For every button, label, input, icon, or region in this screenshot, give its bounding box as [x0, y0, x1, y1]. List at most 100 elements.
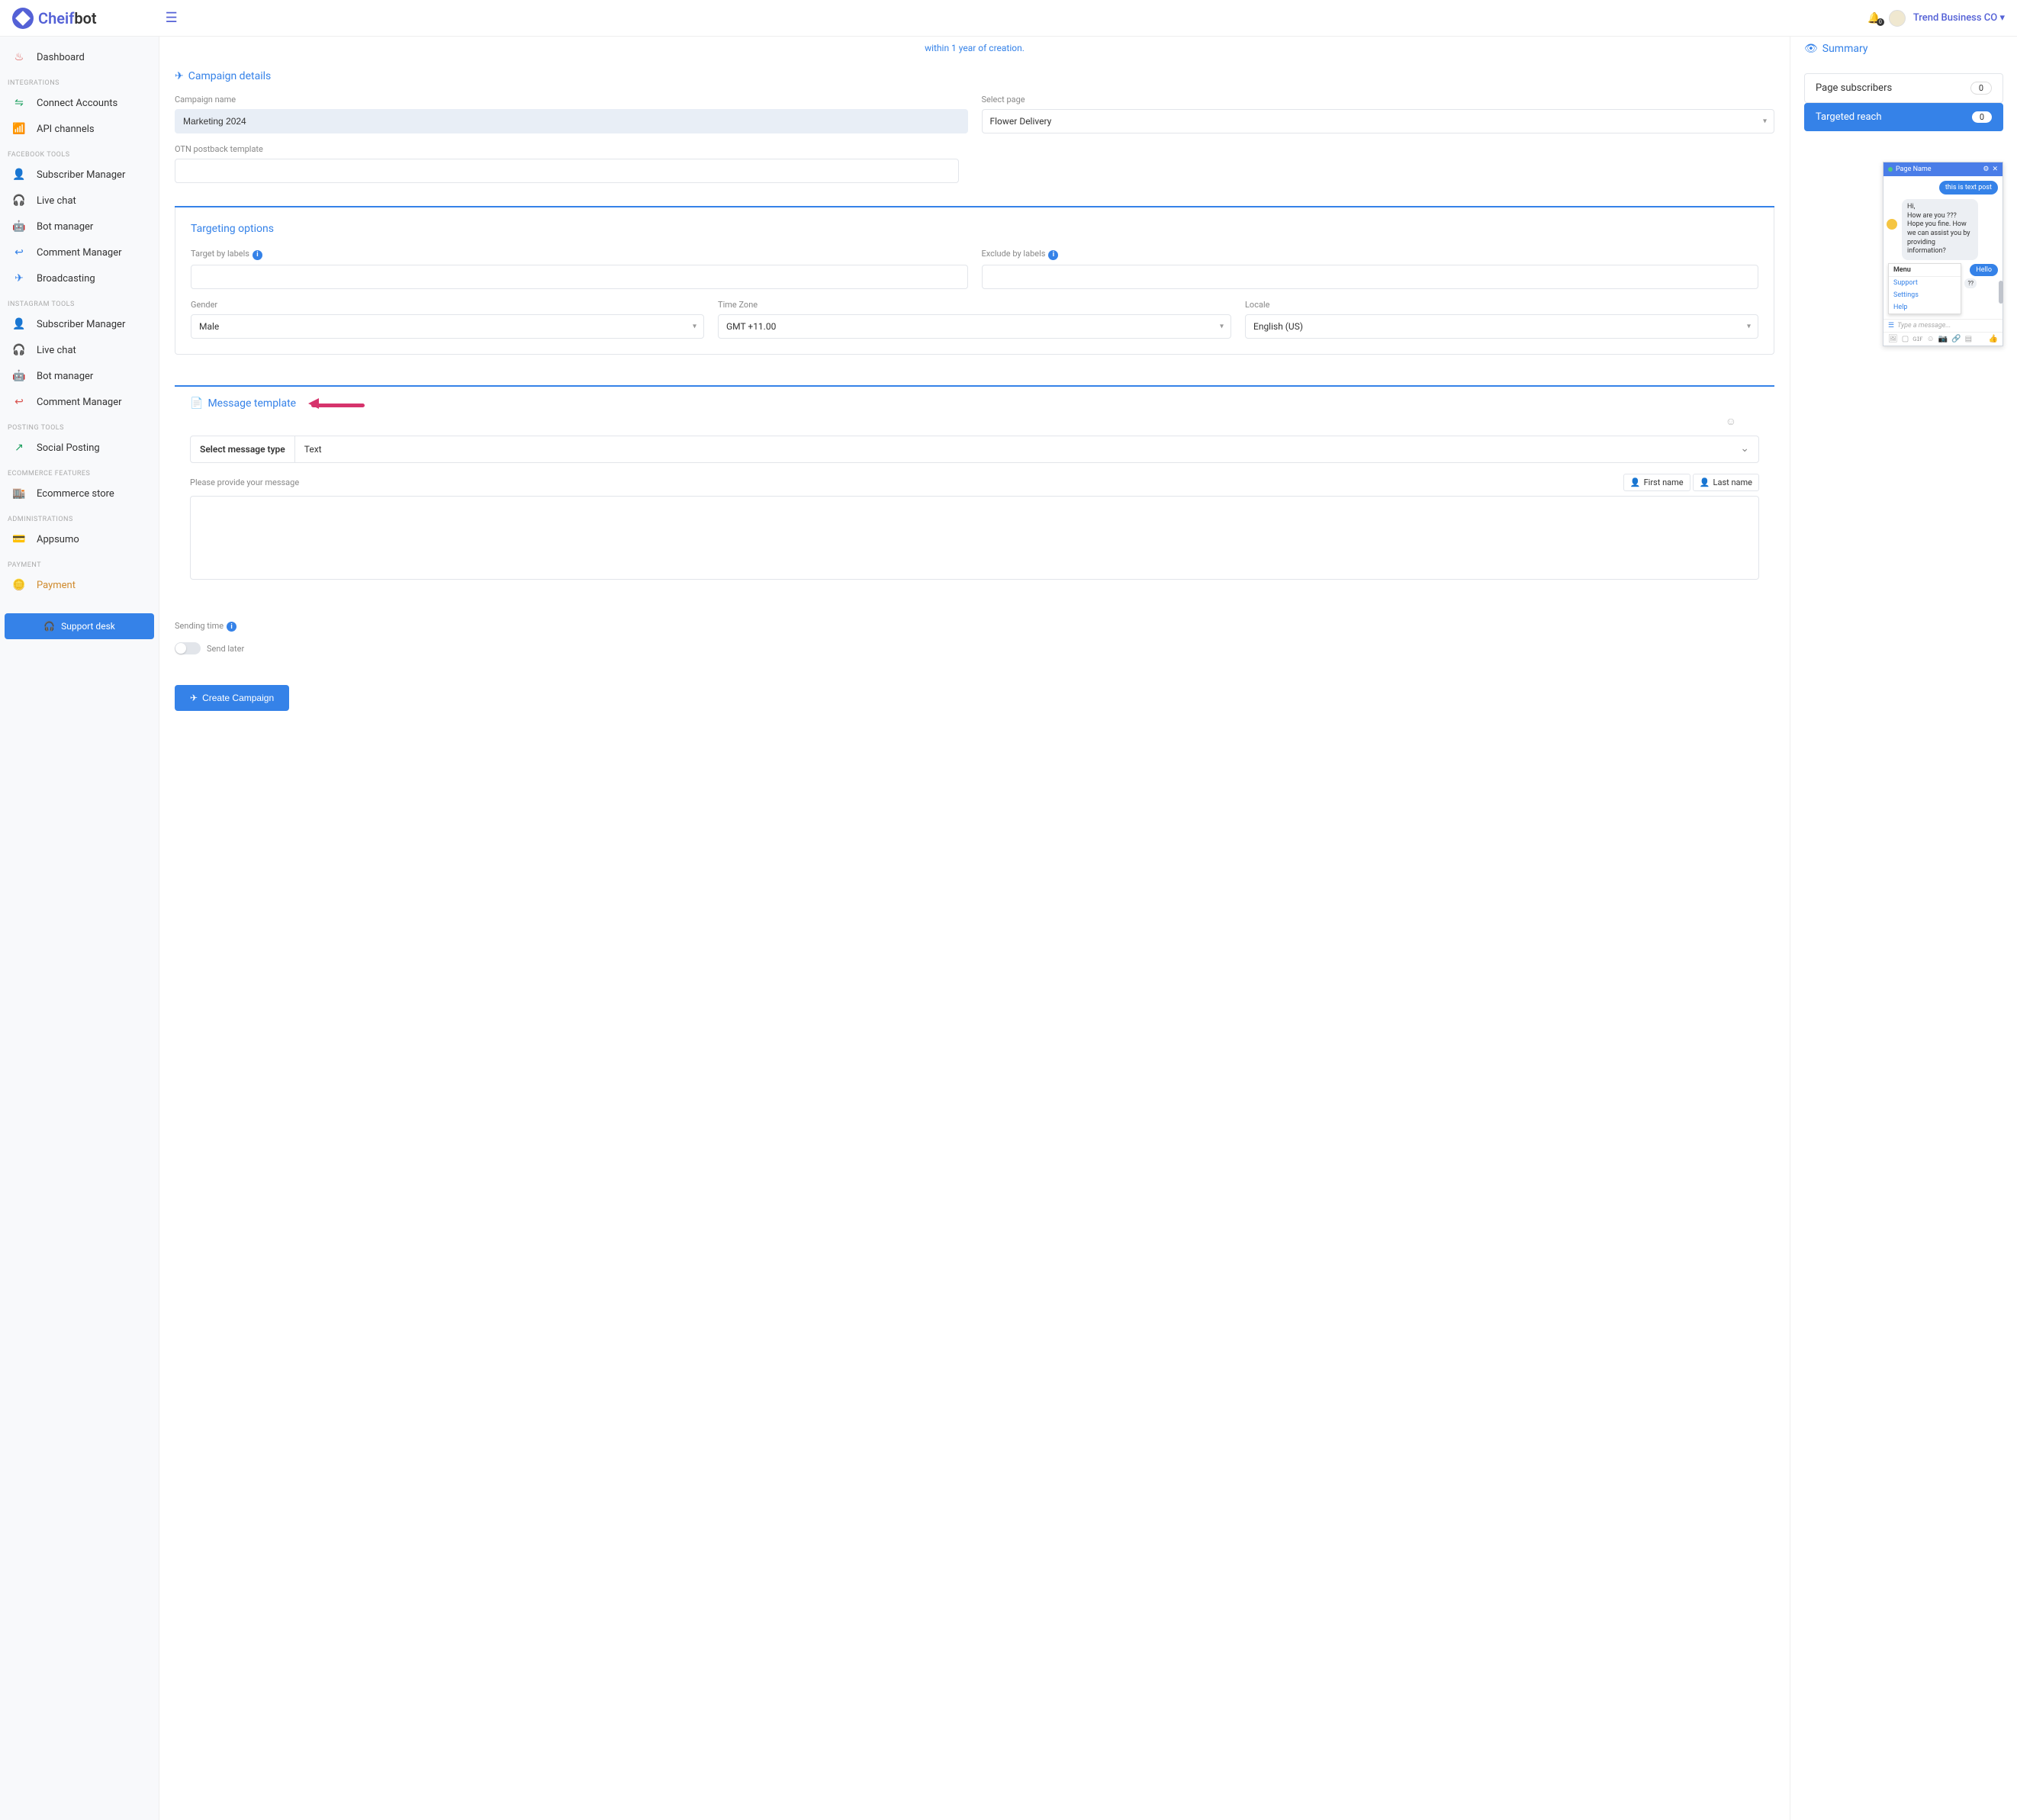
info-icon[interactable]: i [253, 250, 262, 260]
send-later-toggle[interactable] [175, 642, 201, 654]
sidebar-ig-comment[interactable]: ↩Comment Manager [0, 389, 159, 415]
status-dot-icon [1888, 167, 1893, 172]
section-integrations: INTEGRATIONS [0, 70, 159, 90]
chat-input[interactable]: ☰Type a message... [1883, 319, 2003, 332]
brand-logo[interactable]: Cheifbot [12, 8, 97, 29]
robot-icon: 🤖 [12, 220, 26, 233]
gif-icon[interactable]: ɢɪғ [1912, 335, 1922, 343]
sidebar-ig-subscriber[interactable]: 👤Subscriber Manager [0, 311, 159, 337]
sidebar-api-channels[interactable]: 📶API channels [0, 116, 159, 142]
sidebar-appsumo[interactable]: 💳Appsumo [0, 526, 159, 552]
top-notice: within 1 year of creation. [175, 37, 1774, 64]
targeting-title: Targeting options [191, 223, 1758, 235]
sidebar-ecommerce[interactable]: 🏬Ecommerce store [0, 481, 159, 506]
chat-in-bubble: Hi, How are you ??? Hope you fine. How w… [1902, 199, 1978, 260]
coins-icon: 🪙 [12, 578, 26, 592]
campaign-name-input[interactable] [175, 109, 968, 133]
select-page-dropdown[interactable]: Flower Delivery [982, 109, 1775, 133]
info-icon[interactable]: i [1048, 250, 1058, 260]
logo-icon [12, 8, 34, 29]
msg-type-select[interactable]: Text [295, 436, 1758, 462]
wifi-icon: 📶 [12, 122, 26, 136]
sidebar-payment[interactable]: 🪙Payment [0, 572, 159, 598]
thumbs-up-icon[interactable]: 👍 [1989, 335, 1998, 343]
send-icon: ✈ [175, 70, 184, 82]
note-icon[interactable]: ▤ [1965, 335, 1972, 343]
exclude-labels-input[interactable] [982, 265, 1759, 289]
message-textarea[interactable] [190, 496, 1759, 580]
targeted-reach-card[interactable]: Targeted reach 0 [1804, 103, 2003, 131]
sidebar-ig-botmanager[interactable]: 🤖Bot manager [0, 363, 159, 389]
headset-icon: 🎧 [43, 621, 55, 632]
first-name-tag[interactable]: 👤First name [1623, 474, 1690, 491]
chat-header: Page Name ⚙ ✕ [1883, 162, 2003, 176]
close-icon[interactable]: ✕ [1992, 166, 1998, 173]
sidebar-fb-broadcast[interactable]: ✈Broadcasting [0, 265, 159, 291]
sidebar-social-posting[interactable]: ↗Social Posting [0, 435, 159, 461]
last-name-tag[interactable]: 👤Last name [1693, 474, 1759, 491]
menu-header: Menu [1889, 264, 1961, 277]
target-labels-input[interactable] [191, 265, 968, 289]
send-icon: ✈ [190, 693, 198, 703]
emoji-icon[interactable]: ☺ [1927, 335, 1935, 343]
hamburger-icon[interactable]: ☰ [166, 10, 178, 26]
menu-icon[interactable]: ☰ [1888, 322, 1894, 330]
brand-cheif: Cheif [38, 9, 74, 27]
menu-support[interactable]: Support [1889, 277, 1961, 289]
reply-icon: ↩ [12, 246, 26, 259]
timezone-label: Time Zone [718, 300, 1231, 310]
exclude-labels-label: Exclude by labelsi [982, 249, 1759, 260]
info-icon[interactable]: i [227, 622, 236, 632]
timezone-select[interactable]: GMT +11.00 [718, 314, 1231, 339]
sidebar-fb-botmanager[interactable]: 🤖Bot manager [0, 214, 159, 240]
attach-icon[interactable]: 🔗 [1951, 335, 1961, 343]
camera-icon[interactable]: 📷 [1938, 335, 1948, 343]
sidebar-connect-accounts[interactable]: ⇋Connect Accounts [0, 90, 159, 116]
sidebar: ♨Dashboard INTEGRATIONS ⇋Connect Account… [0, 37, 159, 1820]
section-ig: INSTAGRAM TOOLS [0, 291, 159, 311]
store-icon: 🏬 [12, 487, 26, 500]
page-subs-badge: 0 [1970, 82, 1992, 95]
otn-input[interactable] [175, 159, 959, 183]
sidebar-fb-subscriber[interactable]: 👤Subscriber Manager [0, 162, 159, 188]
menu-help[interactable]: Help [1889, 301, 1961, 314]
file-icon: 📄 [190, 397, 203, 410]
menu-settings[interactable]: Settings [1889, 289, 1961, 301]
create-campaign-button[interactable]: ✈Create Campaign [175, 685, 289, 711]
share-icon: ↗ [12, 441, 26, 455]
reply-icon: ↩ [12, 395, 26, 409]
gear-icon[interactable]: ⚙ [1983, 166, 1989, 173]
select-page-label: Select page [982, 95, 1775, 105]
otn-label: OTN postback template [175, 144, 959, 154]
person-icon: 👤 [1700, 478, 1710, 487]
page-subscribers-card[interactable]: Page subscribers 0 [1804, 73, 2003, 103]
locale-label: Locale [1245, 300, 1758, 310]
chat-qq: ?? [1964, 278, 1977, 288]
chat-scrollbar[interactable] [1999, 281, 2003, 304]
sidebar-fb-livechat[interactable]: 🎧Live chat [0, 188, 159, 214]
sticker-icon[interactable]: ▢ [1902, 335, 1909, 343]
chat-toolbar: 🖼 ▢ ɢɪғ ☺ 📷 🔗 ▤ 👍 [1883, 332, 2003, 346]
arrow-annotation [311, 397, 372, 410]
chat-out-bubble: this is text post [1939, 181, 1998, 195]
emoji-icon[interactable]: ☺ [1726, 415, 1736, 428]
headset-icon: 🎧 [12, 194, 26, 207]
chat-menu-popup: Menu Support Settings Help [1888, 263, 1961, 314]
user-icon: 👤 [12, 317, 26, 331]
notification-bell-icon[interactable]: 🔔0 [1867, 12, 1880, 24]
target-labels-label: Target by labelsi [191, 249, 968, 260]
targeted-badge: 0 [1972, 111, 1992, 123]
sidebar-dashboard[interactable]: ♨Dashboard [0, 44, 159, 70]
company-dropdown[interactable]: Trend Business CO ▾ [1913, 12, 2005, 24]
select-msg-type-label: Select message type [191, 436, 295, 462]
locale-select[interactable]: English (US) [1245, 314, 1758, 339]
campaign-details-title: ✈Campaign details [175, 64, 1774, 95]
avatar-icon[interactable] [1889, 10, 1906, 27]
sidebar-ig-livechat[interactable]: 🎧Live chat [0, 337, 159, 363]
gender-select[interactable]: Male [191, 314, 704, 339]
bell-badge: 0 [1877, 18, 1884, 26]
image-icon[interactable]: 🖼 [1888, 335, 1898, 343]
send-icon: ✈ [12, 272, 26, 285]
support-desk-button[interactable]: 🎧Support desk [5, 613, 154, 639]
sidebar-fb-comment[interactable]: ↩Comment Manager [0, 240, 159, 265]
